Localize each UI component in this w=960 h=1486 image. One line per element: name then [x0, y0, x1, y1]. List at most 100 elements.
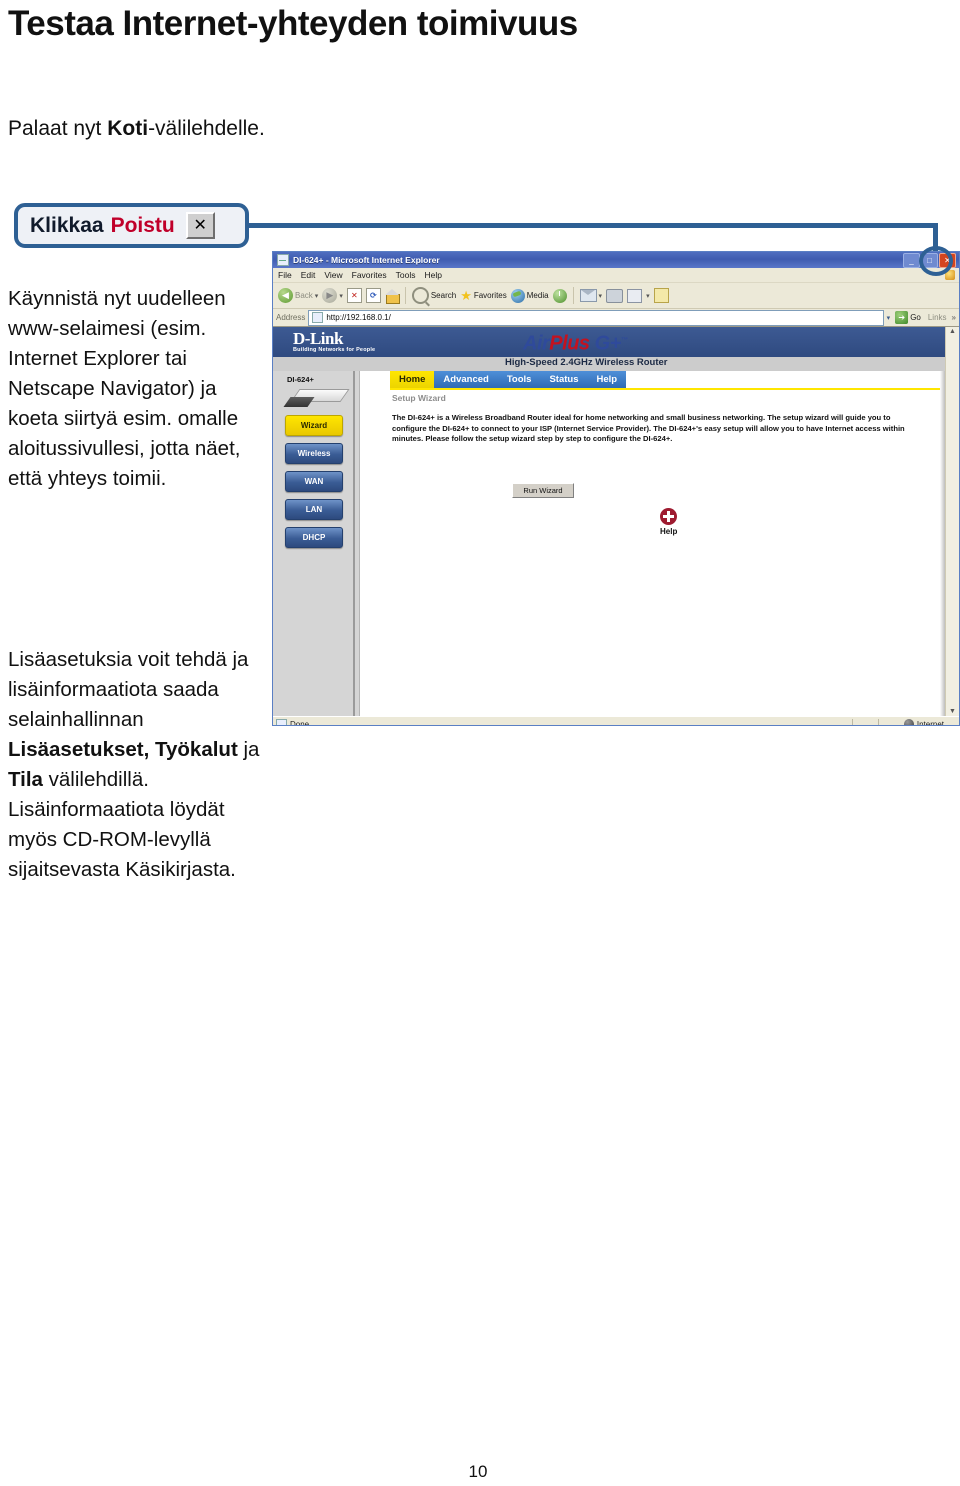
- go-button[interactable]: ➔ Go: [895, 311, 921, 324]
- sidebar-item-wizard[interactable]: Wizard: [285, 415, 343, 436]
- scroll-down-icon[interactable]: ▼: [949, 707, 956, 716]
- menu-item-favorites[interactable]: Favorites: [352, 270, 387, 280]
- browser-statusbar: Done Internet: [273, 716, 959, 726]
- sidebar-item-wireless[interactable]: Wireless: [285, 443, 343, 464]
- edit-dropdown-caret-icon[interactable]: ▾: [646, 292, 650, 300]
- sidebar-item-wan[interactable]: WAN: [285, 471, 343, 492]
- sidebar-divider: [353, 371, 355, 716]
- tab-status[interactable]: Status: [540, 371, 588, 388]
- star-icon: ★: [460, 288, 472, 303]
- airplus-g: G+: [594, 332, 622, 355]
- sidebar-item-lan[interactable]: LAN: [285, 499, 343, 520]
- stop-icon[interactable]: ✕: [346, 288, 362, 303]
- menu-item-file[interactable]: File: [278, 270, 292, 280]
- address-input[interactable]: http://192.168.0.1/: [308, 309, 884, 326]
- edit-icon[interactable]: [627, 288, 643, 303]
- page-vertical-scrollbar[interactable]: ▲ ▼: [945, 327, 959, 716]
- refresh-icon[interactable]: ⟳: [365, 288, 381, 303]
- search-icon: [411, 287, 429, 304]
- model-label: DI-624+: [287, 375, 314, 384]
- para-b-part-4: välilehdillä. Lisäinformaatiota löydät m…: [8, 768, 236, 881]
- router-sidebar: DI-624+ Wizard Wireless WAN LAN DHCP: [273, 371, 359, 716]
- mail-button[interactable]: ▾: [579, 289, 603, 302]
- router-image-base: [283, 397, 315, 407]
- tab-help[interactable]: Help: [587, 371, 627, 388]
- highlight-circle-close-button: [919, 246, 953, 276]
- airplus-logo: AirPlus G+™: [523, 331, 628, 355]
- print-icon[interactable]: [606, 288, 624, 303]
- status-zone: Internet: [851, 718, 956, 725]
- media-icon: [510, 288, 525, 303]
- search-button[interactable]: Search: [411, 287, 457, 304]
- menu-item-help[interactable]: Help: [424, 270, 441, 280]
- tab-tools[interactable]: Tools: [497, 371, 541, 388]
- go-arrow-icon: ➔: [895, 311, 909, 324]
- para-b-part-2: ja: [237, 738, 260, 761]
- airplus-air: Air: [523, 332, 550, 355]
- minimize-button[interactable]: _: [903, 252, 920, 268]
- callout-click-exit: Klikkaa Poistu ✕: [14, 203, 249, 248]
- dlink-brand-name: D-Link: [293, 329, 343, 348]
- favorites-button[interactable]: ★ Favorites: [460, 289, 507, 302]
- menu-item-edit[interactable]: Edit: [301, 270, 316, 280]
- media-label: Media: [526, 291, 549, 300]
- links-label[interactable]: Links: [928, 313, 947, 322]
- toolbar-separator: [404, 287, 406, 304]
- browser-toolbar: ◀ Back ▾ ▶ ▾ ✕ ⟳ Search ★ Favorites Medi…: [273, 283, 959, 309]
- forward-dropdown-caret-icon[interactable]: ▾: [339, 292, 343, 300]
- status-page-icon: [276, 718, 287, 725]
- router-body: DI-624+ Wizard Wireless WAN LAN DHCP Hom…: [273, 371, 945, 716]
- section-label-setup-wizard: Setup Wizard: [392, 393, 446, 403]
- browser-menubar: File Edit View Favorites Tools Help: [273, 268, 959, 283]
- menu-item-view[interactable]: View: [324, 270, 342, 280]
- media-button[interactable]: Media: [510, 288, 549, 303]
- help-label: Help: [660, 527, 678, 536]
- intro-prefix: Palaat nyt: [8, 117, 108, 140]
- menu-item-tools[interactable]: Tools: [396, 270, 416, 280]
- page-number-value: 10: [468, 1462, 488, 1481]
- tab-advanced[interactable]: Advanced: [434, 371, 498, 388]
- help-widget[interactable]: Help: [660, 508, 677, 536]
- history-icon[interactable]: [552, 288, 567, 303]
- router-content-panel: Home Advanced Tools Status Help Setup Wi…: [359, 371, 945, 716]
- para-b-part-3: Tila: [8, 768, 43, 791]
- browser-viewport: D-Link Building Networks for People AirP…: [273, 327, 959, 716]
- links-chevron-icon[interactable]: »: [952, 313, 956, 322]
- close-x-icon: ✕: [185, 212, 215, 239]
- callout-label-accent: Poistu: [110, 213, 175, 237]
- browser-titlebar: DI-624+ - Microsoft Internet Explorer _ …: [273, 252, 959, 268]
- intro-bold-koti: Koti: [107, 117, 149, 140]
- mail-dropdown-caret-icon[interactable]: ▾: [599, 292, 603, 300]
- back-dropdown-caret-icon[interactable]: ▾: [315, 292, 319, 300]
- discuss-icon[interactable]: [653, 288, 669, 303]
- callout-connector-horizontal: [248, 223, 938, 228]
- para-b-part-0: Lisäasetuksia voit tehdä ja lisäinformaa…: [8, 648, 249, 731]
- search-label: Search: [430, 291, 457, 300]
- browser-window-screenshot: DI-624+ - Microsoft Internet Explorer _ …: [272, 251, 960, 726]
- paragraph-more-settings: Lisäasetuksia voit tehdä ja lisäinformaa…: [8, 645, 270, 885]
- home-icon[interactable]: [384, 289, 400, 304]
- back-button[interactable]: ◀ Back ▾: [278, 288, 318, 303]
- back-arrow-icon: ◀: [278, 288, 293, 303]
- product-subtitle: High-Speed 2.4GHz Wireless Router: [505, 357, 668, 368]
- forward-arrow-icon: ▶: [322, 288, 338, 303]
- forward-button[interactable]: ▶ ▾: [322, 288, 343, 303]
- page-icon: [312, 312, 324, 323]
- run-wizard-button[interactable]: Run Wizard: [512, 483, 574, 498]
- router-banner: D-Link Building Networks for People AirP…: [273, 327, 945, 371]
- paragraph-restart-browser: Käynnistä nyt uudelleen www-selaimesi (e…: [8, 287, 241, 490]
- address-dropdown-caret-icon[interactable]: ▾: [887, 314, 891, 322]
- status-left-text: Done: [290, 719, 310, 726]
- router-admin-page: D-Link Building Networks for People AirP…: [273, 327, 945, 716]
- sidebar-item-dhcp[interactable]: DHCP: [285, 527, 343, 548]
- ie-document-icon: [277, 254, 289, 266]
- go-label: Go: [910, 313, 921, 322]
- page-title: Testaa Internet-yhteyden toimivuus: [8, 4, 578, 43]
- help-plus-icon: [660, 508, 678, 525]
- router-tabs: Home Advanced Tools Status Help: [390, 371, 945, 388]
- dlink-tagline: Building Networks for People: [293, 347, 376, 353]
- address-value: http://192.168.0.1/: [326, 313, 391, 322]
- content-right-edge: [940, 371, 945, 716]
- tab-home[interactable]: Home: [390, 371, 435, 388]
- scroll-up-icon[interactable]: ▲: [949, 327, 956, 336]
